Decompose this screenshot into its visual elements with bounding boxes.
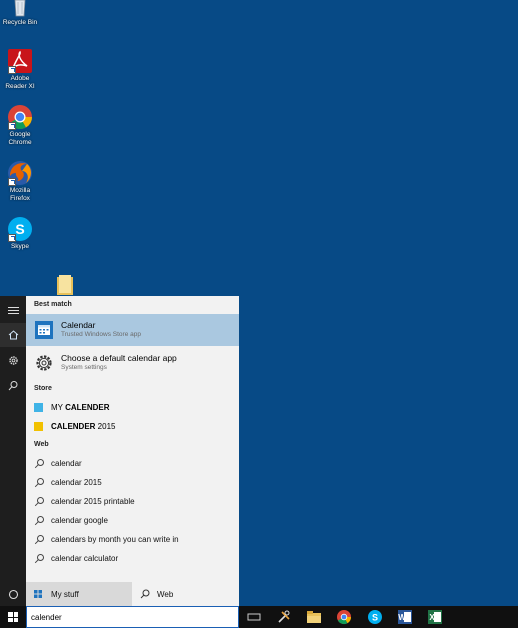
best-match-heading: Best match — [34, 301, 72, 308]
power-button[interactable] — [0, 582, 26, 606]
desktop-icon-label: Mozilla Firefox — [9, 187, 31, 202]
store-item[interactable]: CALENDER 2015 — [26, 418, 239, 436]
web-suggestion-label: calendar calculator — [51, 554, 119, 563]
desktop-icon-label: Recycle Bin — [2, 19, 38, 26]
desktop-icon-adobe-reader[interactable]: Adobe Reader XI — [0, 48, 40, 90]
calendar-app-icon — [34, 320, 54, 340]
store-heading: Store — [34, 385, 52, 392]
excel-icon[interactable]: X — [427, 609, 443, 625]
desktop-icon-skype[interactable]: S Skype — [0, 216, 40, 251]
feedback-button[interactable] — [0, 373, 26, 397]
my-stuff-label: My stuff — [51, 590, 79, 599]
search-results-pane: Best match Calendar Trusted Windows Stor… — [26, 296, 239, 582]
start-button[interactable] — [0, 606, 26, 628]
settings-button[interactable] — [0, 348, 26, 372]
settings-gear-icon — [34, 353, 54, 373]
store-item-label: MY CALENDER — [51, 403, 110, 412]
word-icon[interactable]: W — [397, 609, 413, 625]
svg-text:S: S — [15, 221, 24, 237]
power-icon — [8, 589, 18, 599]
home-icon — [8, 330, 18, 340]
hamburger-icon — [7, 305, 19, 316]
web-filter-button[interactable]: Web — [132, 582, 239, 606]
desktop-icon-label: Adobe Reader XI — [5, 75, 35, 90]
result-subtitle: Trusted Windows Store app — [61, 331, 141, 338]
windows-logo-icon — [8, 612, 18, 622]
my-stuff-button[interactable]: My stuff — [26, 582, 132, 606]
result-calendar-app[interactable]: Calendar Trusted Windows Store app — [26, 314, 239, 346]
firefox-icon — [7, 160, 33, 186]
web-suggestion-label: calendar 2015 printable — [51, 497, 135, 506]
search-icon — [34, 554, 44, 564]
tools-icon[interactable] — [276, 609, 292, 625]
start-left-rail — [0, 296, 26, 606]
recycle-bin-icon — [7, 0, 33, 18]
desktop-icon-label: Skype — [10, 243, 30, 250]
web-suggestion-item[interactable]: calendar — [26, 454, 239, 473]
folder-icon — [57, 275, 73, 295]
web-suggestion-item[interactable]: calendar calculator — [26, 549, 239, 568]
web-suggestion-item[interactable]: calendar 2015 printable — [26, 492, 239, 511]
desktop-icon-firefox[interactable]: Mozilla Firefox — [0, 160, 40, 202]
web-suggestion-item[interactable]: calendars by month you can write in — [26, 530, 239, 549]
taskbar: S W X — [0, 606, 518, 628]
store-app-icon — [34, 422, 43, 431]
search-filter-bar: My stuff Web — [26, 582, 239, 606]
desktop-icon-recycle-bin[interactable]: Recycle Bin — [0, 0, 40, 27]
search-icon — [34, 478, 44, 488]
result-title: Choose a default calendar app — [61, 353, 177, 363]
web-suggestion-label: calendar 2015 — [51, 478, 102, 487]
web-suggestion-label: calendars by month you can write in — [51, 535, 179, 544]
web-suggestion-item[interactable]: calendar google — [26, 511, 239, 530]
store-item-label: CALENDER 2015 — [51, 422, 116, 431]
result-default-calendar-setting[interactable]: Choose a default calendar app System set… — [26, 347, 239, 379]
taskbar-search-box[interactable] — [26, 606, 239, 628]
chrome-icon — [7, 104, 33, 130]
web-heading: Web — [34, 441, 49, 448]
web-filter-label: Web — [157, 590, 174, 599]
web-suggestion-label: calendar — [51, 459, 82, 468]
desktop-folder-icon[interactable] — [56, 274, 74, 296]
store-app-icon — [34, 403, 43, 412]
desktop-icon-chrome[interactable]: Google Chrome — [0, 104, 40, 146]
search-icon — [34, 459, 44, 469]
web-suggestion-item[interactable]: calendar 2015 — [26, 473, 239, 492]
result-title: Calendar — [61, 320, 96, 330]
adobe-reader-icon — [7, 48, 33, 74]
gear-icon — [8, 355, 18, 365]
desktop-icon-label: Google Chrome — [8, 131, 32, 146]
web-suggestion-label: calendar google — [51, 516, 108, 525]
result-subtitle: System settings — [61, 364, 107, 371]
svg-text:X: X — [429, 613, 435, 622]
feedback-icon — [8, 380, 17, 390]
svg-text:S: S — [372, 613, 378, 623]
search-icon — [34, 535, 44, 545]
skype-icon[interactable]: S — [367, 609, 383, 625]
home-button[interactable] — [0, 323, 26, 347]
search-icon — [34, 516, 44, 526]
task-view-icon[interactable] — [246, 609, 262, 625]
svg-text:W: W — [398, 613, 406, 622]
hamburger-menu-button[interactable] — [0, 298, 26, 322]
chrome-icon[interactable] — [336, 609, 352, 625]
search-icon — [34, 497, 44, 507]
file-explorer-icon[interactable] — [306, 609, 322, 625]
windows-icon — [34, 590, 42, 598]
search-icon — [140, 589, 150, 599]
skype-icon: S — [7, 216, 33, 242]
search-input[interactable] — [31, 611, 231, 624]
store-item[interactable]: MY CALENDER — [26, 399, 239, 417]
